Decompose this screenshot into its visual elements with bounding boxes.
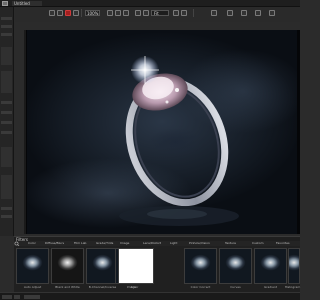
crop-icon[interactable] <box>73 10 79 16</box>
left-panel <box>0 7 14 236</box>
record-icon[interactable] <box>65 10 71 16</box>
filter-thumbnails: Auto Adjust Black and White B-Channel/In… <box>14 246 300 292</box>
filter-thumbnail[interactable] <box>288 248 300 284</box>
filter-thumbnail-label: Auto Adjust <box>23 285 42 289</box>
rotate-icon[interactable] <box>123 10 129 16</box>
title-bar: Untitled <box>0 0 300 7</box>
status-bar <box>0 292 300 300</box>
zoom-icon[interactable] <box>115 10 121 16</box>
filter-thumbnail[interactable] <box>118 248 154 284</box>
filter-thumbnail[interactable] <box>184 248 217 284</box>
panel-control-7[interactable] <box>1 131 12 134</box>
filter-thumbnail[interactable] <box>51 248 84 284</box>
panel-control-4[interactable] <box>1 101 12 104</box>
panel-section-1 <box>1 47 12 65</box>
canvas-scrollbar[interactable] <box>24 30 26 234</box>
ring-illustration <box>119 56 239 226</box>
fit-dropdown[interactable]: Fit <box>151 10 169 16</box>
toolbar-separator <box>81 9 82 17</box>
panel-control-9[interactable] <box>1 215 12 218</box>
toolbar-separator <box>193 9 194 17</box>
filter-thumbnail[interactable] <box>254 248 287 284</box>
image-canvas[interactable] <box>24 30 300 234</box>
filter-thumbnail-label: Histogram <box>284 285 301 289</box>
document-tab-label: Untitled <box>14 1 30 6</box>
camera-icon[interactable] <box>227 10 233 16</box>
photo-preview <box>27 30 297 234</box>
zoom-out-icon[interactable] <box>173 10 179 16</box>
status-control[interactable] <box>2 295 12 299</box>
zoom-in-icon[interactable] <box>181 10 187 16</box>
redo-icon[interactable] <box>57 10 63 16</box>
status-control[interactable] <box>24 295 40 299</box>
filter-thumbnail[interactable] <box>16 248 49 284</box>
undo-icon[interactable] <box>49 10 55 16</box>
filter-thumbnail-label: Black and White <box>55 285 80 289</box>
toolbar: 100% Fit <box>15 7 300 22</box>
compare-icon[interactable] <box>143 10 149 16</box>
app-logo <box>2 1 8 6</box>
panel-control-1[interactable] <box>1 17 12 20</box>
document-tab[interactable]: Untitled <box>12 1 42 6</box>
status-control[interactable] <box>14 295 20 299</box>
split-view-icon[interactable] <box>255 10 261 16</box>
hand-icon[interactable] <box>107 10 113 16</box>
grid-icon[interactable] <box>211 10 217 16</box>
panel-control-2[interactable] <box>1 25 12 28</box>
panel-section-2 <box>1 71 12 93</box>
panel-control-3[interactable] <box>1 33 12 36</box>
move-icon[interactable] <box>135 10 141 16</box>
filter-thumbnail[interactable] <box>219 248 252 284</box>
panel-control-6[interactable] <box>1 121 12 124</box>
histogram-icon[interactable] <box>241 10 247 16</box>
zoom-field[interactable]: 100% <box>85 10 100 16</box>
filter-thumbnail-label: Color Correct <box>190 285 211 289</box>
panel-control-8[interactable] <box>1 207 12 210</box>
panel-control-5[interactable] <box>1 111 12 114</box>
filter-thumbnail-label: Curves <box>230 285 241 289</box>
panel-section-4 <box>1 175 12 199</box>
filter-thumbnail-label: Color <box>130 285 139 289</box>
panel-section-3 <box>1 147 12 167</box>
layout-icon[interactable] <box>269 10 275 16</box>
